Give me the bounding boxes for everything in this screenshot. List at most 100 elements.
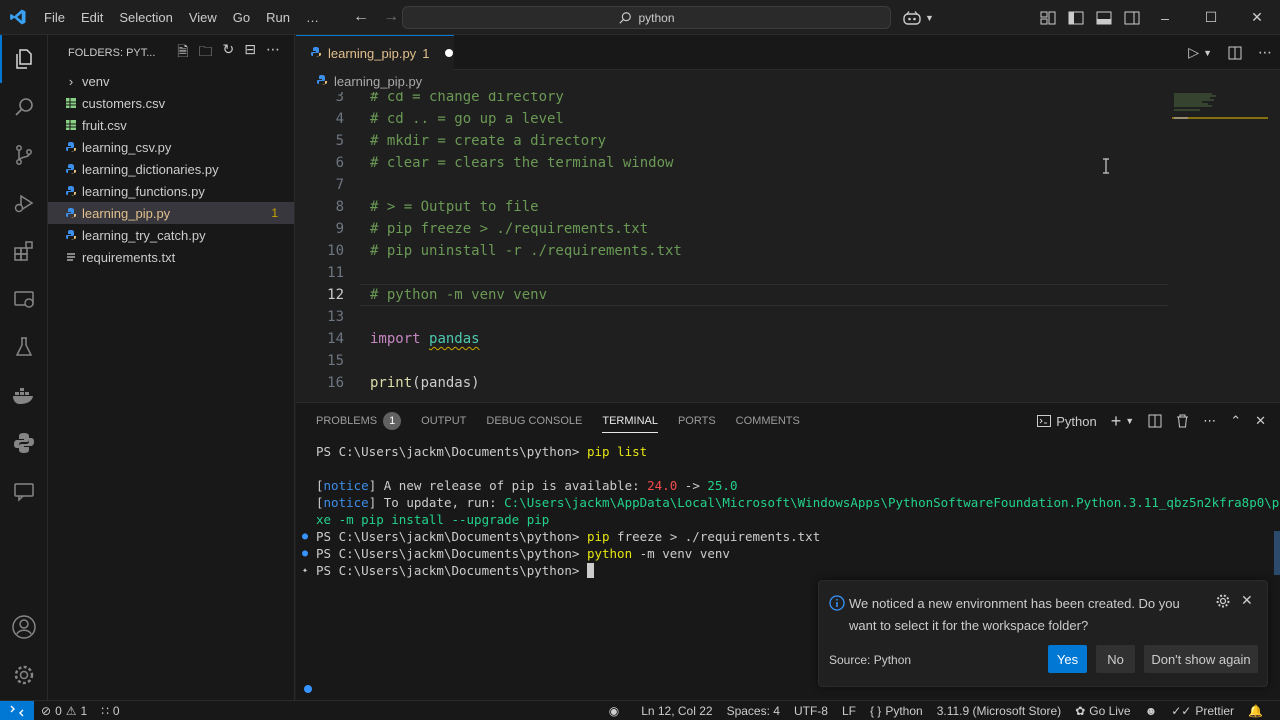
- breadcrumb-file[interactable]: learning_pip.py: [334, 74, 422, 89]
- tab-learning-pip-py[interactable]: learning_pip.py 1: [296, 35, 454, 70]
- command-decoration-icon[interactable]: ●: [302, 545, 308, 562]
- extensions-icon[interactable]: [0, 227, 48, 275]
- tree-item-fruit-csv[interactable]: fruit.csv: [48, 114, 294, 136]
- notification-settings-gear-icon[interactable]: [1215, 593, 1231, 612]
- settings-gear-icon[interactable]: [0, 651, 48, 699]
- command-decoration-icon[interactable]: [304, 685, 312, 693]
- vscode-logo-icon: [0, 0, 36, 35]
- tree-item-requirements-txt[interactable]: requirements.txt: [48, 246, 294, 268]
- tab-terminal[interactable]: TERMINAL: [602, 409, 658, 433]
- account-icon[interactable]: [0, 603, 48, 651]
- back-arrow-icon[interactable]: ←: [353, 8, 369, 26]
- terminal-output[interactable]: PS C:\Users\jackm\Documents\python> pip …: [302, 443, 1280, 579]
- testing-icon[interactable]: [0, 323, 48, 371]
- minimize-icon[interactable]: –: [1142, 10, 1188, 26]
- tab-problems[interactable]: PROBLEMS 1: [316, 412, 402, 430]
- more-actions-icon[interactable]: ⋯: [1258, 44, 1272, 61]
- ports-status[interactable]: ∷ 0: [94, 704, 126, 718]
- menu-go[interactable]: Go: [225, 0, 258, 35]
- command-decoration-icon[interactable]: ●: [302, 528, 308, 545]
- language-mode[interactable]: { } Python: [863, 704, 930, 718]
- terminal-scrollbar[interactable]: [1274, 531, 1280, 575]
- split-editor-icon[interactable]: [1228, 46, 1242, 60]
- problems-status[interactable]: ⊘ 0 ⚠ 1: [34, 704, 94, 718]
- yes-button[interactable]: Yes: [1048, 645, 1087, 673]
- run-python-file-icon[interactable]: ▷: [1188, 44, 1199, 61]
- no-button[interactable]: No: [1096, 645, 1135, 673]
- dont-show-again-button[interactable]: Don't show again: [1144, 645, 1258, 673]
- tree-item-learning-pip-py[interactable]: learning_pip.py 1: [48, 202, 294, 224]
- python-icon[interactable]: [0, 419, 48, 467]
- menu-selection[interactable]: Selection: [111, 0, 180, 35]
- more-actions-icon[interactable]: ⋯: [266, 41, 280, 65]
- run-debug-icon[interactable]: [0, 179, 48, 227]
- collapse-all-icon[interactable]: ⊟: [244, 41, 256, 65]
- chevron-down-icon[interactable]: ▼: [1203, 48, 1212, 58]
- search-icon[interactable]: [0, 83, 48, 131]
- copilot-button[interactable]: ▼: [902, 0, 934, 35]
- docker-icon[interactable]: [0, 371, 48, 419]
- maximize-panel-icon[interactable]: ⌃: [1230, 413, 1241, 429]
- menu-more[interactable]: …: [298, 0, 327, 35]
- end-of-line[interactable]: LF: [835, 704, 863, 718]
- menu-file[interactable]: File: [36, 0, 73, 35]
- notifications-bell-icon[interactable]: 🔔: [1241, 704, 1270, 718]
- more-actions-icon[interactable]: ⋯: [1203, 413, 1216, 429]
- unresolved-import-squiggle[interactable]: pandas: [429, 331, 480, 347]
- toggle-secondary-sidebar-icon[interactable]: [1124, 11, 1140, 25]
- tab-comments[interactable]: COMMENTS: [736, 415, 800, 427]
- refresh-icon[interactable]: ↻: [223, 41, 235, 65]
- unsaved-dot-icon[interactable]: [445, 49, 454, 57]
- go-live-button[interactable]: ✿ Go Live: [1068, 704, 1137, 718]
- split-terminal-icon[interactable]: [1148, 414, 1162, 428]
- restore-icon[interactable]: ☐: [1188, 9, 1234, 26]
- new-file-icon[interactable]: 🗎: [177, 41, 188, 65]
- encoding[interactable]: UTF-8: [787, 704, 835, 718]
- menu-edit[interactable]: Edit: [73, 0, 111, 35]
- tab-output[interactable]: OUTPUT: [421, 415, 466, 427]
- tree-item-learning-csv-py[interactable]: learning_csv.py: [48, 136, 294, 158]
- customize-layout-icon[interactable]: [1040, 11, 1056, 25]
- chevron-down-icon[interactable]: ▼: [1125, 416, 1134, 426]
- copilot-status-icon[interactable]: ☻: [1138, 704, 1165, 718]
- tree-item-venv[interactable]: › venv: [48, 70, 294, 92]
- explorer-icon[interactable]: [0, 35, 48, 83]
- terminal-line: PS C:\Users\jackm\Documents\python> pip …: [316, 444, 648, 459]
- tab-debug-console[interactable]: DEBUG CONSOLE: [486, 415, 582, 427]
- source-control-icon[interactable]: [0, 131, 48, 179]
- pin-icon[interactable]: ◉: [602, 704, 626, 718]
- tab-ports[interactable]: PORTS: [678, 415, 716, 427]
- indentation[interactable]: Spaces: 4: [720, 704, 787, 718]
- code-editor[interactable]: 3 # cd = change directory 4 # cd .. = go u…: [296, 92, 1280, 402]
- command-center-search[interactable]: python: [402, 6, 891, 29]
- terminal-selector[interactable]: Python: [1037, 413, 1097, 429]
- close-panel-icon[interactable]: ✕: [1255, 413, 1266, 429]
- cursor-position[interactable]: Ln 12, Col 22: [634, 704, 719, 718]
- close-icon[interactable]: ✕: [1234, 9, 1280, 26]
- tree-item-customers-csv[interactable]: customers.csv: [48, 92, 294, 114]
- forward-arrow-icon[interactable]: →: [383, 8, 399, 26]
- tree-item-learning-functions-py[interactable]: learning_functions.py: [48, 180, 294, 202]
- chat-icon[interactable]: [0, 467, 48, 515]
- menu-view[interactable]: View: [181, 0, 225, 35]
- sparkle-icon[interactable]: ✦: [302, 562, 308, 579]
- remote-indicator-icon[interactable]: [0, 700, 34, 720]
- close-notification-icon[interactable]: ✕: [1241, 592, 1253, 609]
- new-folder-icon[interactable]: 🗀: [199, 41, 213, 65]
- explorer-header: FOLDERS: PYT... 🗎 🗀 ↻ ⊟ ⋯: [48, 35, 294, 70]
- python-file-icon: [316, 74, 328, 89]
- trash-icon[interactable]: [1176, 414, 1189, 428]
- toggle-primary-sidebar-icon[interactable]: [1068, 11, 1084, 25]
- code-line: 5 # mkdir = create a directory: [335, 133, 607, 149]
- python-interpreter[interactable]: 3.11.9 (Microsoft Store): [930, 704, 1069, 718]
- tree-item-learning-try-catch-py[interactable]: learning_try_catch.py: [48, 224, 294, 246]
- toggle-panel-icon[interactable]: [1096, 11, 1112, 25]
- menu-run[interactable]: Run: [258, 0, 298, 35]
- chevron-right-icon: ›: [68, 73, 74, 89]
- remote-explorer-icon[interactable]: [0, 275, 48, 323]
- new-terminal-icon[interactable]: +: [1111, 411, 1122, 432]
- terminal-name: Python: [1056, 413, 1097, 429]
- minimap[interactable]: [1172, 92, 1268, 132]
- tree-item-learning-dictionaries-py[interactable]: learning_dictionaries.py: [48, 158, 294, 180]
- prettier-status[interactable]: ✓✓ Prettier: [1164, 704, 1241, 718]
